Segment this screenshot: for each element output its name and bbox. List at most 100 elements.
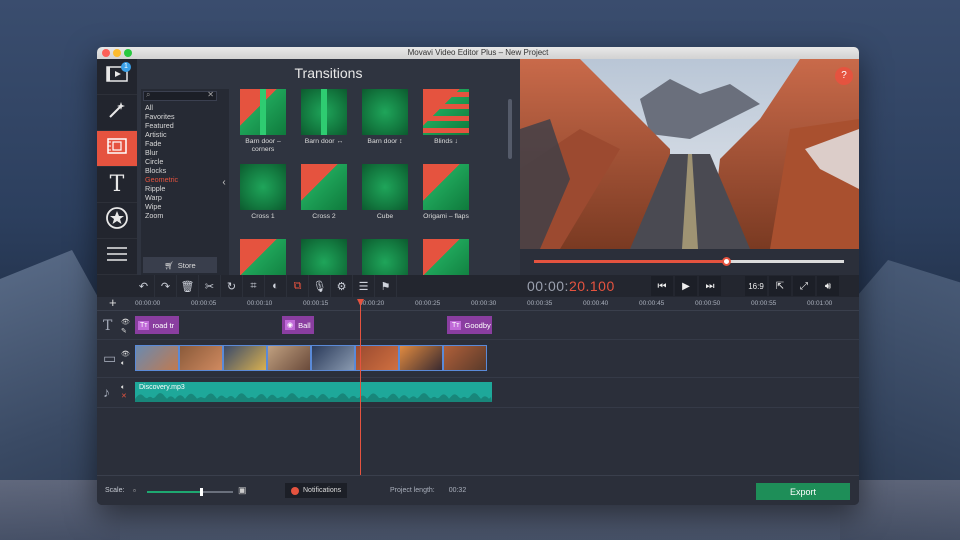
visibility-eye-icon[interactable]: 👁︎ — [121, 350, 130, 359]
transition-preview-image — [362, 239, 408, 275]
zoom-window-button[interactable] — [124, 49, 132, 57]
transition-thumbnail[interactable]: Barn door – corners — [233, 89, 293, 154]
volume-button[interactable]: 🔊︎ — [817, 276, 839, 296]
titles-button[interactable]: T — [97, 167, 137, 203]
video-clip[interactable] — [267, 345, 311, 371]
category-item[interactable]: Blur — [141, 148, 219, 157]
preview-progress-bar[interactable] — [534, 257, 844, 266]
transitions-button[interactable] — [97, 131, 137, 167]
next-frame-button[interactable]: ⏭︎ — [699, 276, 721, 296]
category-item[interactable]: Featured — [141, 121, 219, 130]
scale-slider-knob[interactable] — [200, 488, 204, 496]
popout-preview-button[interactable]: ⇱ — [769, 276, 791, 296]
delete-button[interactable]: 🗑︎ — [177, 275, 199, 297]
video-clips — [135, 345, 487, 371]
transition-wizard-button[interactable]: ⧉ — [287, 275, 309, 297]
mute-icon[interactable]: 🔈︎ — [121, 359, 125, 368]
undo-button[interactable]: ↶ — [133, 275, 155, 297]
equalizer-button[interactable]: ☰ — [353, 275, 375, 297]
previous-frame-button[interactable]: ⏮︎ — [651, 276, 673, 296]
mute-audio-icon[interactable]: ✕ — [121, 392, 127, 401]
video-clip[interactable] — [443, 345, 487, 371]
video-clip[interactable] — [179, 345, 223, 371]
magic-wand-icon — [107, 100, 127, 126]
visibility-eye-icon[interactable]: 👁︎ — [121, 318, 130, 327]
audio-clip[interactable]: Discovery.mp3 — [135, 382, 492, 402]
transition-thumbnail[interactable]: Cube — [355, 164, 415, 221]
title-clip[interactable]: ◉ Ball — [282, 316, 314, 334]
playhead[interactable] — [360, 300, 361, 475]
category-item[interactable]: Warp — [141, 193, 219, 202]
category-item[interactable]: Artistic — [141, 130, 219, 139]
color-adjust-button[interactable]: ◐ — [265, 275, 287, 297]
close-window-button[interactable] — [102, 49, 110, 57]
category-item[interactable]: Fade — [141, 139, 219, 148]
transition-thumbnail[interactable] — [416, 239, 476, 275]
zoom-out-icon[interactable]: ▫ — [133, 486, 136, 495]
cut-button[interactable]: ✂︎ — [199, 275, 221, 297]
add-track-icon[interactable]: + — [109, 295, 117, 310]
category-item[interactable]: Ripple — [141, 184, 219, 193]
transition-thumbnail[interactable] — [233, 239, 293, 275]
export-button[interactable]: Export — [756, 483, 850, 500]
undo-icon: ↶ — [138, 280, 149, 293]
clear-search-icon[interactable]: ✕ — [207, 90, 214, 99]
transition-preview-image — [240, 89, 286, 135]
record-voice-button[interactable]: 🎙︎ — [309, 275, 331, 297]
aspect-ratio-button[interactable]: 16:9 — [745, 276, 767, 296]
transition-icon: ⧉ — [293, 279, 302, 292]
category-item[interactable]: Zoom — [141, 211, 219, 220]
import-button[interactable]: 1 — [97, 59, 137, 95]
transition-thumbnail[interactable]: Cross 1 — [233, 164, 293, 221]
video-clip[interactable] — [135, 345, 179, 371]
filters-button[interactable] — [97, 95, 137, 131]
play-button[interactable]: ▶︎ — [675, 276, 697, 296]
category-item[interactable]: Wipe — [141, 202, 219, 211]
video-clip[interactable] — [311, 345, 355, 371]
transition-thumbnail[interactable]: Origami – flaps — [416, 164, 476, 221]
title-clip[interactable]: Tт road tr — [135, 316, 179, 334]
transition-thumbnail[interactable] — [294, 239, 354, 275]
fullscreen-icon: ⤢ — [800, 280, 808, 292]
stickers-button[interactable] — [97, 203, 137, 239]
volume-icon[interactable]: 🔈︎ — [121, 383, 125, 392]
transition-thumbnail[interactable]: Barn door ↔ — [294, 89, 354, 146]
category-item[interactable]: Favorites — [141, 112, 219, 121]
more-tools-button[interactable] — [97, 239, 137, 275]
notifications-button[interactable]: Notifications — [285, 483, 348, 498]
fullscreen-button[interactable]: ⤢ — [793, 276, 815, 296]
clip-properties-button[interactable]: ⚙︎ — [331, 275, 353, 297]
category-list: ⌕ ✕ All Favorites Featured Artistic Fade Blur… — [141, 89, 219, 275]
minimize-window-button[interactable] — [113, 49, 121, 57]
marker-button[interactable]: ⚑ — [375, 275, 397, 297]
crop-button[interactable]: ⌗ — [243, 275, 265, 297]
video-track-header: ▭ 👁︎ 🔈︎ — [97, 340, 135, 377]
transition-thumbnail[interactable]: Cross 2 — [294, 164, 354, 221]
video-clip[interactable] — [355, 345, 399, 371]
transition-label: Cross 1 — [251, 213, 275, 220]
store-button[interactable]: 🛒︎ Store — [143, 257, 217, 273]
preview-progress-knob[interactable] — [722, 257, 732, 266]
category-item[interactable]: Geometric — [141, 175, 219, 184]
category-item[interactable]: Circle — [141, 157, 219, 166]
collapse-categories-button[interactable]: ‹ — [219, 89, 229, 275]
transition-thumbnail[interactable]: Blinds ↓ — [416, 89, 476, 146]
search-input[interactable]: ⌕ ✕ — [143, 90, 217, 101]
rotate-button[interactable]: ↻ — [221, 275, 243, 297]
video-clip[interactable] — [223, 345, 267, 371]
redo-button[interactable]: ↷ — [155, 275, 177, 297]
zoom-in-icon[interactable]: ▣ — [238, 485, 247, 496]
category-item[interactable]: Blocks — [141, 166, 219, 175]
category-item[interactable]: All — [141, 103, 219, 112]
help-button[interactable]: ? — [835, 67, 853, 85]
grid-scrollbar[interactable] — [508, 99, 512, 159]
scale-slider[interactable] — [147, 488, 233, 496]
video-clip[interactable] — [399, 345, 443, 371]
title-clip[interactable]: Tт Goodby — [447, 316, 492, 334]
ruler-tick-label: 00:00:25 — [415, 300, 441, 307]
crop-icon: ⌗ — [250, 279, 257, 292]
timeline-ruler[interactable]: + 00:00:00 00:00:05 00:00:10 00:00:15 00:00:… — [97, 295, 859, 311]
transition-thumbnail[interactable] — [355, 239, 415, 275]
transition-thumbnail[interactable]: Barn door ↕ — [355, 89, 415, 146]
lock-icon[interactable]: ✎ — [121, 327, 127, 336]
